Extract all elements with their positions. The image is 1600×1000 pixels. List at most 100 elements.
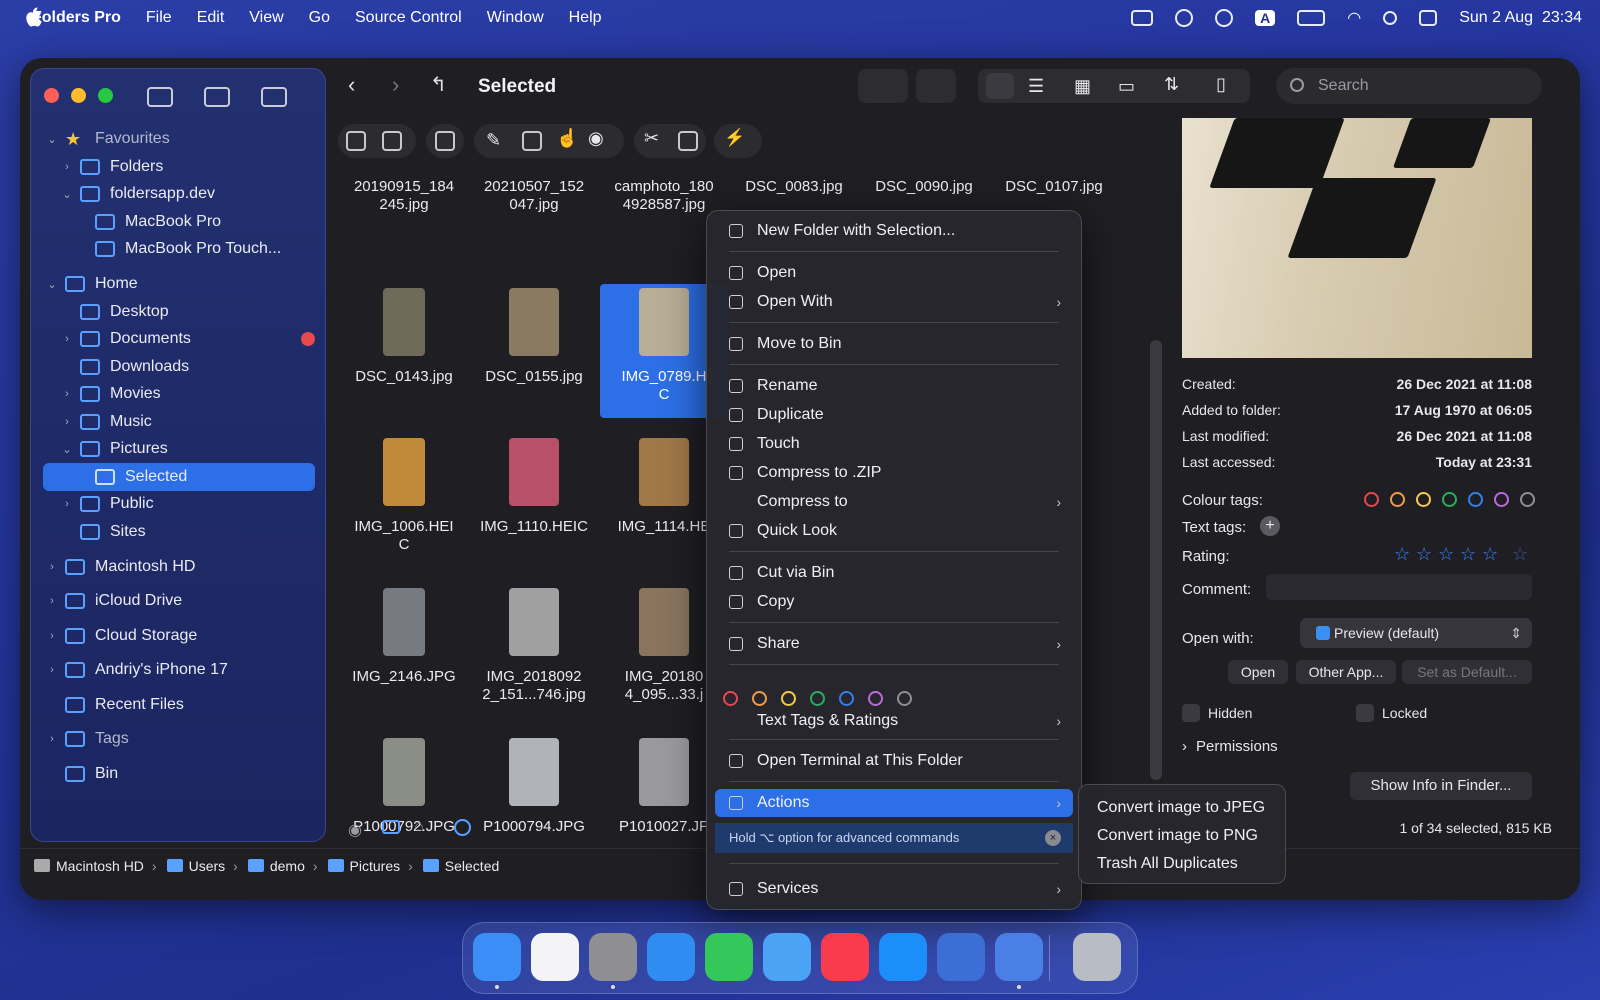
file-tile[interactable]: IMG_2146.JPG	[340, 588, 468, 686]
search-input[interactable]: Search	[1276, 68, 1542, 104]
menu-item[interactable]: Rename	[715, 372, 1073, 400]
back-button[interactable]: ‹	[348, 72, 355, 98]
sidebar-item[interactable]: Desktop	[60, 298, 169, 326]
file-tile[interactable]: DSC_0107.jpg	[990, 178, 1118, 196]
file-tile[interactable]: IMG_1110.HEIC	[470, 438, 598, 536]
hand-icon[interactable]: ☝	[556, 128, 578, 149]
sidebar-item[interactable]: › Public	[60, 490, 154, 518]
forward-button[interactable]: ›	[392, 72, 399, 98]
sidebar-item[interactable]: MacBook Pro Touch...	[75, 235, 281, 263]
sidebar-item[interactable]: › Macintosh HD	[45, 553, 195, 581]
wifi-icon[interactable]: ◠	[1347, 8, 1361, 28]
apple-icon[interactable]	[24, 7, 42, 27]
trash-duplicates-item[interactable]: Trash All Duplicates	[1097, 855, 1238, 873]
add-tag-button[interactable]: +	[1260, 516, 1280, 536]
show-info-button[interactable]: Show Info in Finder...	[1350, 772, 1532, 800]
app-store-icon[interactable]	[879, 933, 927, 981]
chevron-icon[interactable]: ›	[45, 664, 59, 676]
input-source-badge[interactable]: A	[1255, 10, 1276, 26]
control-center-icon[interactable]	[1419, 10, 1438, 26]
sidebar-item[interactable]: › iCloud Drive	[45, 587, 182, 615]
chevron-icon[interactable]: ›	[45, 630, 59, 642]
colour-tag-dot[interactable]	[1390, 492, 1405, 507]
colour-tag-dot[interactable]	[868, 691, 883, 706]
colour-tag-dot[interactable]	[839, 691, 854, 706]
star-icon[interactable]: ☆	[1482, 544, 1498, 565]
chevron-right-icon[interactable]: ›	[1182, 738, 1187, 755]
sidebar-item[interactable]: › Music	[60, 408, 152, 436]
music-icon[interactable]	[821, 933, 869, 981]
icon-view-button[interactable]	[986, 73, 1014, 99]
other-app-button[interactable]: Other App...	[1296, 660, 1396, 684]
chevron-icon[interactable]: ›	[45, 561, 59, 573]
star-icon[interactable]: ☆	[1416, 544, 1432, 565]
new-tab-icon[interactable]	[261, 87, 287, 107]
sidebar-item[interactable]: Selected	[43, 463, 315, 491]
app-menu[interactable]: Folders Pro	[32, 9, 121, 27]
colour-tag-dot[interactable]	[1416, 492, 1431, 507]
colour-tag-dot[interactable]	[1468, 492, 1483, 507]
search-icon[interactable]	[1383, 11, 1398, 25]
zoom-button[interactable]	[98, 88, 113, 103]
file-tile[interactable]: DSC_0090.jpg	[860, 178, 988, 196]
convert-jpeg-item[interactable]: Convert image to JPEG	[1097, 799, 1265, 817]
sidebar-item[interactable]: Bin	[45, 760, 118, 788]
sidebar-item[interactable]: › Tags	[45, 725, 129, 753]
sidebar-item[interactable]: Sites	[60, 518, 146, 546]
menu-item[interactable]: Move to Bin	[715, 330, 1073, 358]
sidebar-item[interactable]: ⌄ ★ Favourites	[45, 125, 169, 153]
path-segment[interactable]: Users	[166, 858, 225, 874]
keyboard-icon[interactable]	[1131, 10, 1154, 26]
chevron-icon[interactable]: ›	[45, 733, 59, 745]
menu-window[interactable]: Window	[487, 9, 544, 27]
system-settings-icon[interactable]	[589, 933, 637, 981]
file-tile[interactable]: 20190915_184 245.jpg	[340, 178, 468, 214]
finder-icon[interactable]	[473, 933, 521, 981]
star-icon[interactable]: ☆	[1512, 544, 1528, 565]
copy-icon[interactable]	[678, 131, 698, 151]
colour-tag-dot[interactable]	[1520, 492, 1535, 507]
menu-item[interactable]: Duplicate	[715, 401, 1073, 429]
new-file-button[interactable]	[858, 69, 908, 103]
path-segment[interactable]: Macintosh HD	[34, 858, 144, 874]
chevron-icon[interactable]: ⌄	[60, 443, 74, 456]
sort-icon[interactable]: ⇅	[1164, 74, 1179, 95]
list-view-icon[interactable]: ☰	[1028, 76, 1044, 97]
launchpad-icon[interactable]	[531, 933, 579, 981]
folders-pro-2-icon[interactable]	[995, 933, 1043, 981]
menu-item[interactable]: Compress to .ZIP	[715, 459, 1073, 487]
menu-item[interactable]: Cut via Bin	[715, 559, 1073, 587]
duplicate-icon[interactable]	[522, 131, 542, 151]
menu-item[interactable]: Share ›	[715, 630, 1073, 658]
sidebar-toggle-icon[interactable]	[147, 87, 173, 107]
sidebar-item[interactable]: Downloads	[60, 353, 189, 381]
colour-tag-dot[interactable]	[1494, 492, 1509, 507]
vertical-scrollbar[interactable]	[1150, 340, 1162, 780]
sidebar-item[interactable]: ⌄ foldersapp.dev	[60, 180, 215, 208]
preview-toggle-icon[interactable]	[382, 820, 400, 834]
menu-item[interactable]: Copy	[715, 588, 1073, 616]
menu-item[interactable]: Text Tags & Ratings ›	[715, 707, 1073, 735]
sidebar-item[interactable]: ⌄ Pictures	[60, 435, 168, 463]
colour-tag-dot[interactable]	[752, 691, 767, 706]
star-icon[interactable]: ☆	[1460, 544, 1476, 565]
menu-item[interactable]: Open Terminal at This Folder	[715, 747, 1073, 775]
hidden-files-icon[interactable]: ◉	[348, 820, 362, 840]
menu-item[interactable]: Touch	[715, 430, 1073, 458]
chevron-icon[interactable]: ›	[60, 333, 74, 345]
trash-icon[interactable]	[435, 131, 455, 151]
folders-pro-icon[interactable]	[937, 933, 985, 981]
comment-field[interactable]	[1266, 574, 1532, 600]
compress-icon[interactable]	[382, 131, 402, 151]
locked-checkbox[interactable]	[1356, 704, 1374, 722]
menu-item[interactable]: Compress to ›	[715, 488, 1073, 516]
file-tile[interactable]: DSC_0155.jpg	[470, 288, 598, 386]
file-tile[interactable]: camphoto_180 4928587.jpg	[600, 178, 728, 214]
sidebar-item[interactable]: › Documents	[60, 325, 315, 353]
new-folder-button[interactable]	[916, 69, 956, 103]
enclosing-folder-icon[interactable]: ↰	[430, 72, 447, 97]
chevron-icon[interactable]: ⌄	[45, 133, 59, 146]
path-segment[interactable]: Pictures	[327, 858, 400, 874]
file-tile[interactable]: IMG_2018092 2_151...746.jpg	[470, 588, 598, 704]
sidebar-item[interactable]: › Cloud Storage	[45, 622, 197, 650]
